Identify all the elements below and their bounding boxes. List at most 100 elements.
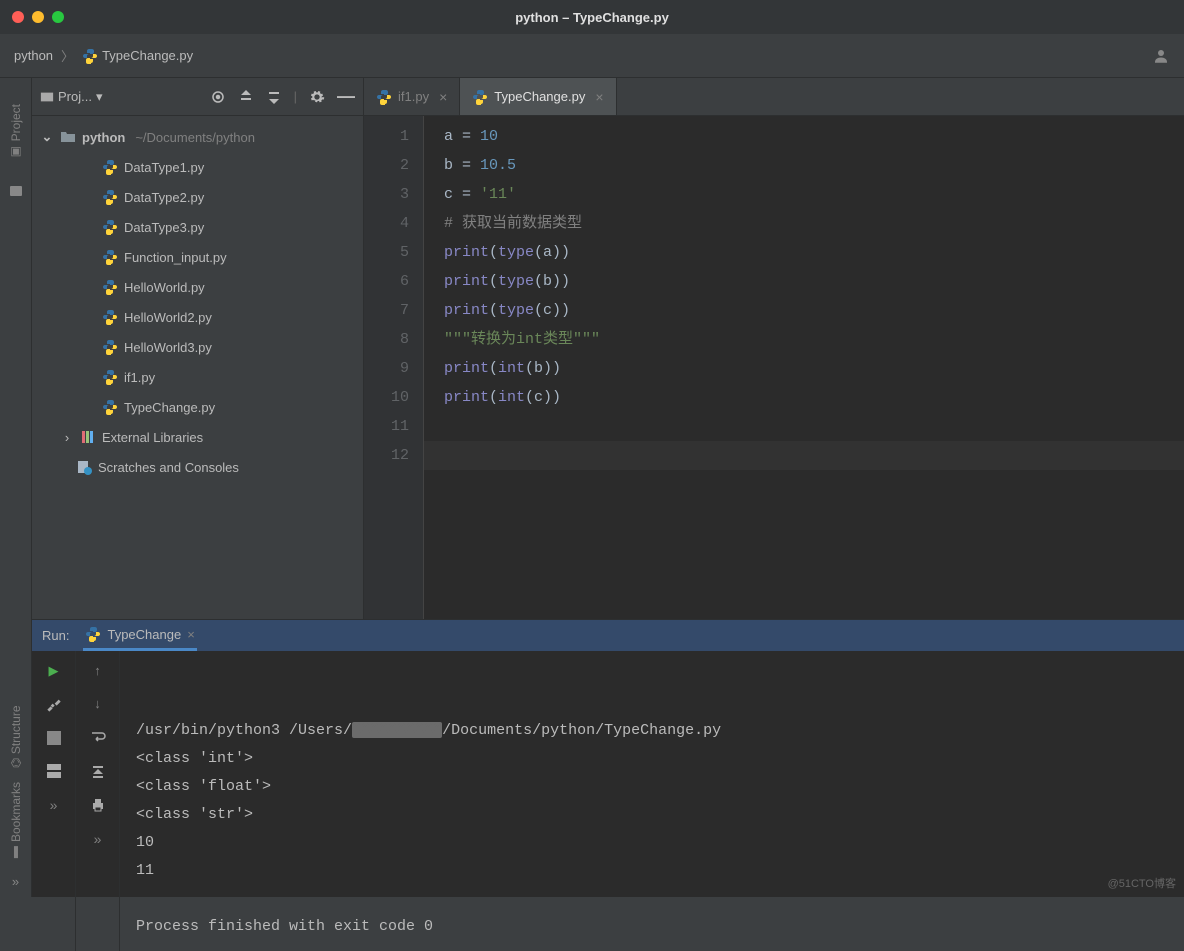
soft-wrap-icon[interactable] xyxy=(90,729,106,745)
dropdown-arrow-icon: ▾ xyxy=(96,89,103,105)
expand-arrow-icon[interactable]: ⌄ xyxy=(40,129,54,145)
tree-file[interactable]: HelloWorld.py xyxy=(32,272,363,302)
project-view-selector[interactable]: Proj... ▾ xyxy=(40,89,103,105)
external-libraries[interactable]: › External Libraries xyxy=(32,422,363,452)
console-output[interactable]: /usr/bin/python3 /Users/XXXXXXXXXX/Docum… xyxy=(120,651,1184,951)
avatar-icon[interactable] xyxy=(1152,47,1170,65)
line-number-gutter: 123456789101112 xyxy=(364,116,424,619)
watermark: @51CTO博客 xyxy=(1108,875,1176,891)
python-file-icon xyxy=(102,339,118,355)
python-file-icon xyxy=(102,189,118,205)
window-controls xyxy=(0,11,76,23)
tree-file-label: DataType3.py xyxy=(124,220,204,235)
breadcrumb-separator: 〉 xyxy=(61,46,74,65)
editor-tabs: if1.py × TypeChange.py × xyxy=(364,78,1184,116)
editor-body[interactable]: 123456789101112 a = 10b = 10.5c = '11'# … xyxy=(364,116,1184,619)
commit-tool-icon[interactable] xyxy=(8,183,24,199)
python-file-icon xyxy=(376,89,392,105)
more-tools-icon[interactable]: » xyxy=(12,874,19,889)
folder-icon xyxy=(60,129,76,145)
down-arrow-icon[interactable]: ↓ xyxy=(94,696,101,711)
wrench-icon[interactable] xyxy=(46,697,62,713)
tree-file[interactable]: HelloWorld2.py xyxy=(32,302,363,332)
run-toolbar-left: ▶ » xyxy=(32,651,76,951)
scratches-label: Scratches and Consoles xyxy=(98,460,239,475)
tree-root-name: python xyxy=(82,130,125,145)
project-tab-label: Project xyxy=(9,104,23,141)
titlebar: python – TypeChange.py xyxy=(0,0,1184,34)
tree-file[interactable]: if1.py xyxy=(32,362,363,392)
close-tab-icon[interactable]: × xyxy=(595,89,603,105)
tree-file-label: TypeChange.py xyxy=(124,400,215,415)
more-runs-icon[interactable]: » xyxy=(50,797,58,813)
maximize-window-button[interactable] xyxy=(52,11,64,23)
breadcrumb-file-label: TypeChange.py xyxy=(102,48,193,63)
libraries-icon xyxy=(80,429,96,445)
layout-icon[interactable] xyxy=(46,763,62,779)
python-file-icon xyxy=(102,159,118,175)
tree-file-label: if1.py xyxy=(124,370,155,385)
editor-tab[interactable]: TypeChange.py × xyxy=(460,78,616,115)
python-file-icon xyxy=(85,626,101,642)
bookmarks-tab-label: Bookmarks xyxy=(9,782,23,842)
python-file-icon xyxy=(102,279,118,295)
hide-panel-icon[interactable]: — xyxy=(337,86,355,107)
python-file-icon xyxy=(102,249,118,265)
bookmarks-tool-tab[interactable]: ❚Bookmarks xyxy=(9,782,23,860)
close-window-button[interactable] xyxy=(12,11,24,23)
tree-root-path: ~/Documents/python xyxy=(135,130,255,145)
window-title: python – TypeChange.py xyxy=(0,10,1184,25)
editor-tab[interactable]: if1.py × xyxy=(364,78,460,115)
project-tool-tab[interactable]: ▣Project xyxy=(9,98,23,165)
scratches-and-consoles[interactable]: Scratches and Consoles xyxy=(32,452,363,482)
expand-all-icon[interactable] xyxy=(238,89,254,105)
up-arrow-icon[interactable]: ↑ xyxy=(94,663,101,678)
more-nav-icon[interactable]: » xyxy=(94,831,102,847)
tree-file-label: HelloWorld.py xyxy=(124,280,205,295)
tree-file[interactable]: TypeChange.py xyxy=(32,392,363,422)
breadcrumb: python 〉 TypeChange.py xyxy=(0,34,1184,78)
run-toolbar-nav: ↑ ↓ » xyxy=(76,651,120,951)
close-tab-icon[interactable]: × xyxy=(439,89,447,105)
close-run-tab-icon[interactable]: × xyxy=(187,627,195,642)
breadcrumb-root[interactable]: python xyxy=(14,48,53,63)
python-file-icon xyxy=(82,48,98,64)
tree-file-label: DataType2.py xyxy=(124,190,204,205)
run-label: Run: xyxy=(42,628,69,643)
run-config-tab[interactable]: TypeChange × xyxy=(83,620,196,651)
expand-arrow-icon[interactable]: › xyxy=(60,430,74,445)
python-file-icon xyxy=(102,399,118,415)
tree-file[interactable]: Function_input.py xyxy=(32,242,363,272)
print-icon[interactable] xyxy=(90,797,106,813)
tree-root[interactable]: ⌄ python ~/Documents/python xyxy=(32,122,363,152)
python-file-icon xyxy=(472,89,488,105)
settings-icon[interactable] xyxy=(309,89,325,105)
tree-file[interactable]: DataType1.py xyxy=(32,152,363,182)
collapse-all-icon[interactable] xyxy=(266,89,282,105)
stop-icon[interactable] xyxy=(47,731,61,745)
external-libraries-label: External Libraries xyxy=(102,430,203,445)
structure-tab-label: Structure xyxy=(9,705,23,754)
breadcrumb-file[interactable]: TypeChange.py xyxy=(82,48,193,64)
select-opened-file-icon[interactable] xyxy=(210,89,226,105)
tree-file[interactable]: DataType2.py xyxy=(32,182,363,212)
python-file-icon xyxy=(102,369,118,385)
editor-tab-label: if1.py xyxy=(398,89,429,104)
left-tool-strip-bottom: ⌬Structure ❚Bookmarks » xyxy=(0,619,32,897)
tree-file-label: Function_input.py xyxy=(124,250,227,265)
scratches-icon xyxy=(76,459,92,475)
tree-file[interactable]: DataType3.py xyxy=(32,212,363,242)
structure-tool-tab[interactable]: ⌬Structure xyxy=(9,705,23,768)
editor-tab-label: TypeChange.py xyxy=(494,89,585,104)
scroll-to-end-icon[interactable] xyxy=(90,763,106,779)
run-panel: Run: TypeChange × ▶ » ↑ ↓ » /usr/bin/pyt… xyxy=(32,619,1184,897)
rerun-icon[interactable]: ▶ xyxy=(49,663,59,679)
python-file-icon xyxy=(102,219,118,235)
project-tree[interactable]: ⌄ python ~/Documents/python DataType1.py… xyxy=(32,116,363,619)
run-panel-header: Run: TypeChange × xyxy=(32,619,1184,651)
editor-area: if1.py × TypeChange.py × 123456789101112 a … xyxy=(364,78,1184,619)
tree-file[interactable]: HelloWorld3.py xyxy=(32,332,363,362)
code-content[interactable]: a = 10b = 10.5c = '11'# 获取当前数据类型print(ty… xyxy=(424,116,1184,619)
tree-file-label: DataType1.py xyxy=(124,160,204,175)
minimize-window-button[interactable] xyxy=(32,11,44,23)
